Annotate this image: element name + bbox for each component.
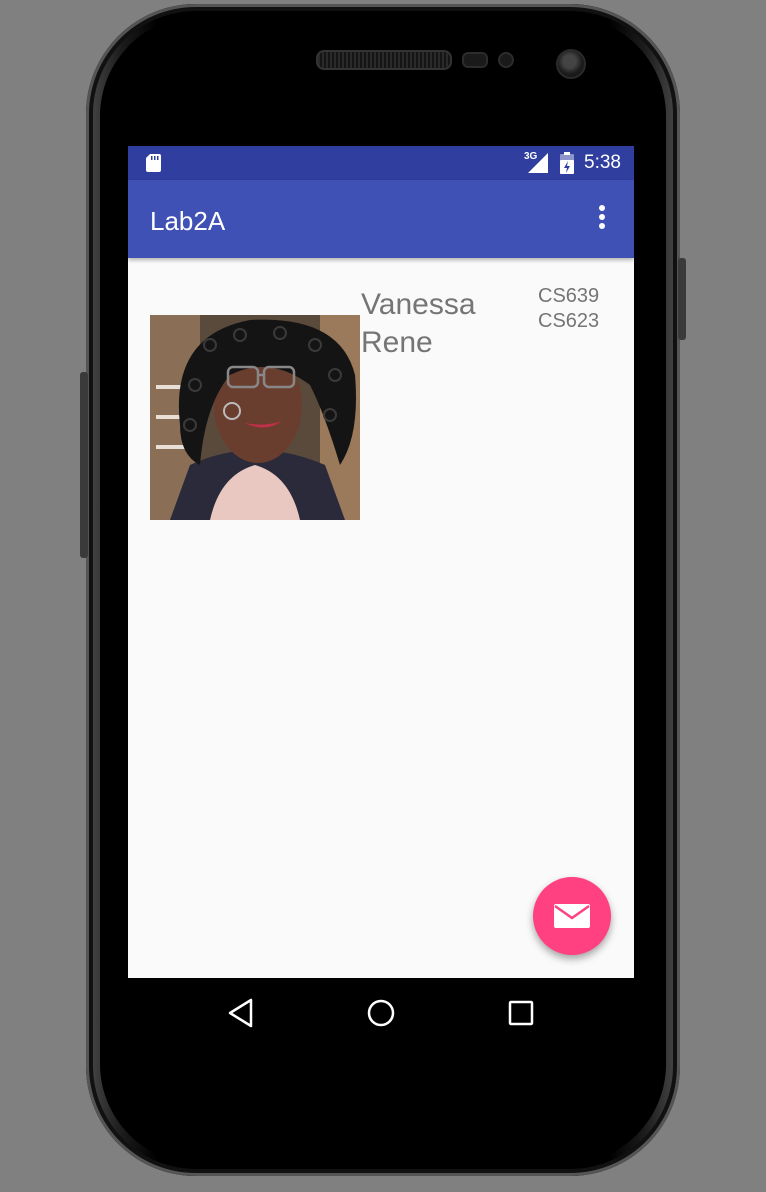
signal-icon — [528, 153, 548, 173]
volume-button — [80, 372, 88, 558]
course-list: CS639 CS623 — [538, 284, 599, 334]
profile-content: Vanessa Rene CS639 CS623 — [128, 258, 634, 978]
course-item: CS623 — [538, 310, 600, 332]
sd-card-icon — [146, 154, 161, 172]
light-sensor — [498, 52, 514, 68]
earpiece-speaker — [316, 50, 452, 70]
status-clock: 5:38 — [584, 152, 621, 173]
app-toolbar: Lab2A — [128, 180, 634, 258]
profile-photo — [150, 315, 360, 520]
email-fab-button[interactable] — [533, 877, 611, 955]
app-screen: 3G 5:38 Lab2A Vanessa Rene CS639 CS623 — [128, 146, 634, 1048]
toolbar-title: Lab2A — [150, 206, 226, 236]
recents-icon[interactable] — [504, 996, 538, 1030]
overflow-menu-icon[interactable] — [590, 202, 614, 236]
battery-icon — [560, 152, 574, 174]
proximity-sensor — [462, 52, 488, 68]
back-icon[interactable] — [224, 996, 258, 1030]
status-bar: 3G 5:38 — [128, 146, 634, 180]
email-icon — [554, 904, 590, 928]
home-icon[interactable] — [364, 996, 398, 1030]
student-name: Vanessa Rene — [361, 288, 476, 359]
power-button — [678, 258, 686, 340]
course-item: CS639 — [538, 285, 600, 307]
system-nav-bar — [128, 978, 634, 1048]
front-camera — [556, 49, 586, 79]
